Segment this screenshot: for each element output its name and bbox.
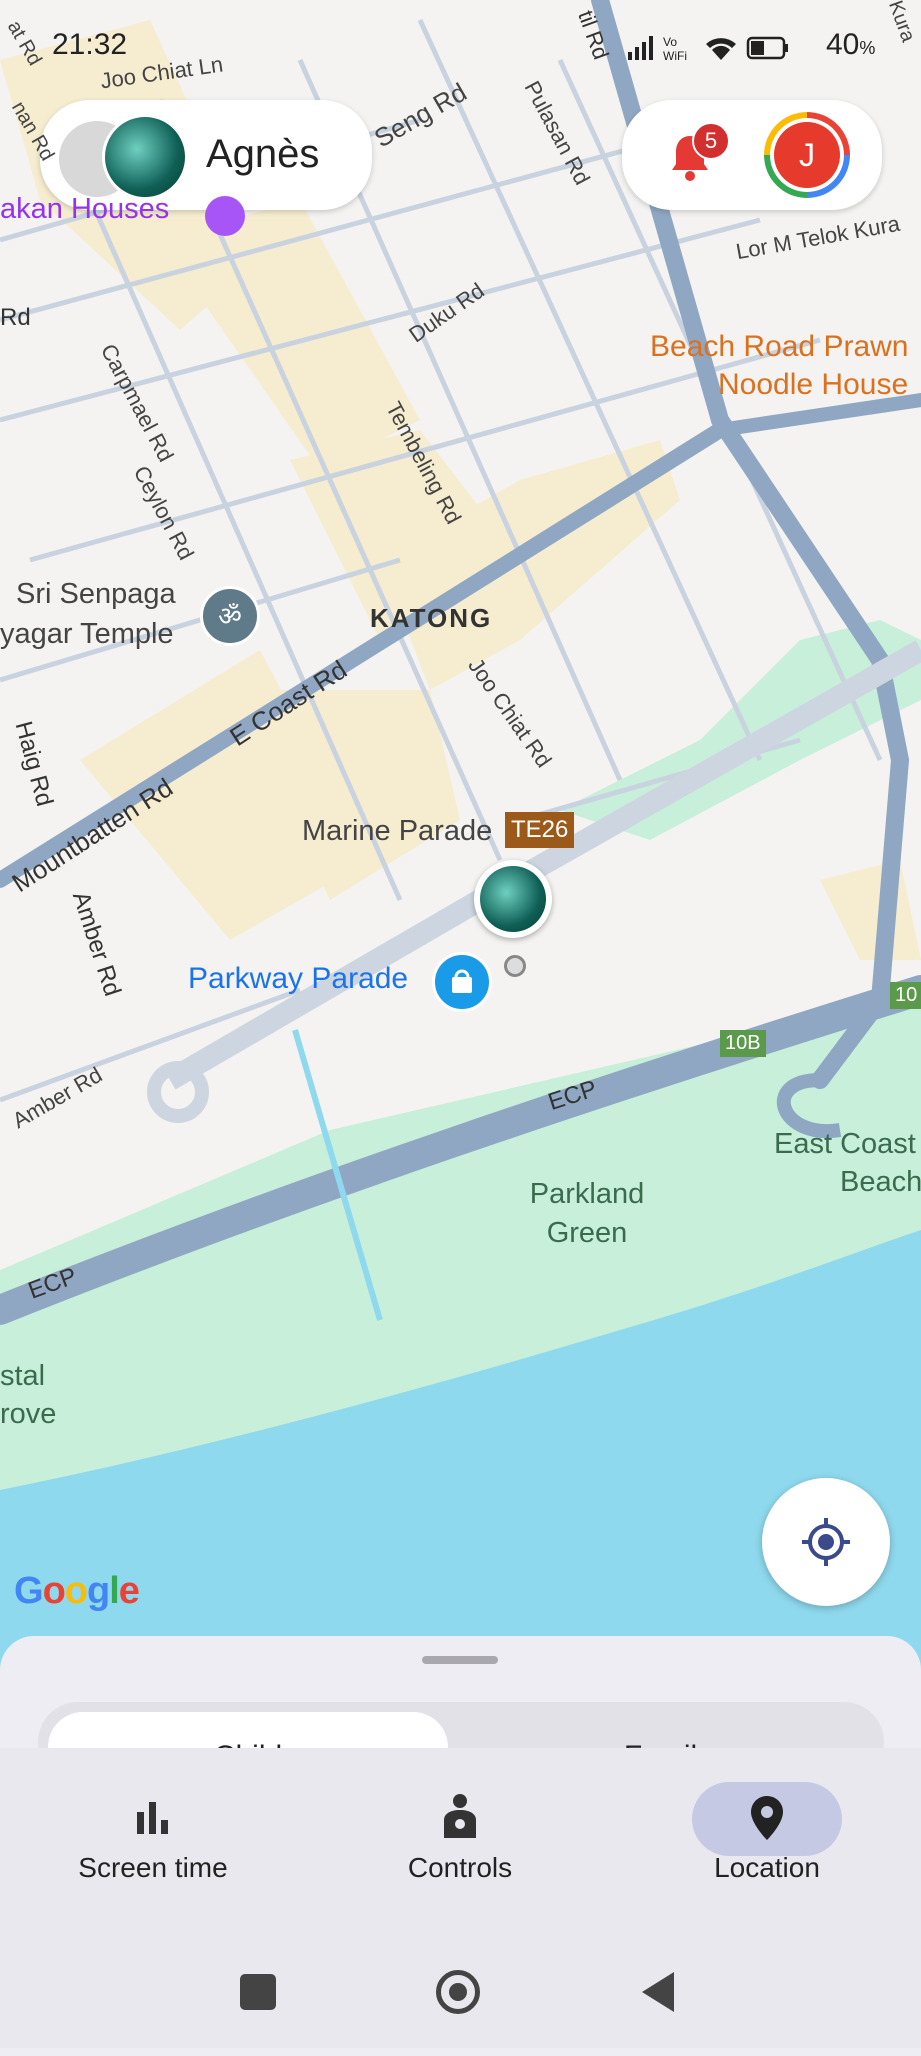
my-location-icon <box>802 1518 850 1566</box>
bottom-navigation: Screen time Controls Location <box>0 1748 921 2048</box>
header-actions: 5 J <box>622 100 882 210</box>
location-pin-icon <box>751 1796 783 1840</box>
child-name: Agnès <box>206 132 320 176</box>
poi-parkland-line2: Green <box>546 1217 628 1249</box>
account-button[interactable]: J <box>764 112 850 198</box>
road-rd-left: Rd <box>0 304 31 331</box>
nav-controls[interactable]: Controls <box>360 1778 560 1898</box>
person-controls-icon <box>444 1794 476 1838</box>
battery-level: 40 <box>826 28 860 61</box>
child-avatar <box>102 114 188 200</box>
google-logo: Google <box>14 1570 140 1612</box>
poi-parkway-parade[interactable]: Parkway Parade <box>188 962 408 996</box>
recents-square-icon[interactable] <box>240 1974 276 2010</box>
vowifi-icon: Vo <box>663 35 677 49</box>
accuracy-dot <box>504 955 526 977</box>
drag-handle[interactable] <box>422 1656 498 1664</box>
nav-screen-time[interactable]: Screen time <box>53 1778 253 1898</box>
poi-parkland[interactable]: Parkland <box>522 1178 652 1211</box>
nav-location[interactable]: Location <box>667 1778 867 1898</box>
poi-marine-parade[interactable]: Marine Parade <box>302 815 492 848</box>
signal-icon <box>628 36 653 60</box>
status-icons: Vo WiFi <box>588 30 838 66</box>
home-circle-icon[interactable] <box>436 1970 480 2014</box>
notifications-button[interactable]: 5 <box>662 122 730 186</box>
area-label-katong: KATONG <box>370 603 493 633</box>
child-location-marker[interactable] <box>474 860 552 938</box>
mrt-code-badge: TE26 <box>505 812 575 848</box>
nav-label-controls: Controls <box>407 1852 513 1883</box>
poi-beach-road-line2: Noodle House <box>718 368 909 401</box>
svg-text:WiFi: WiFi <box>663 49 687 63</box>
marker-avatar <box>480 866 546 932</box>
poi-beach-road[interactable]: Beach Road Prawn <box>650 330 909 364</box>
account-avatar: J <box>774 122 840 188</box>
status-time: 21:32 <box>52 28 128 61</box>
back-triangle-icon[interactable] <box>640 1970 676 2014</box>
poi-east-coast[interactable]: East Coast <box>774 1128 916 1161</box>
exit-10b-badge: 10B <box>720 1030 766 1057</box>
wifi-icon <box>706 38 736 60</box>
recenter-button[interactable] <box>762 1478 890 1606</box>
battery-unit: % <box>859 38 876 58</box>
exit-10-badge: 10 <box>890 982 921 1009</box>
poi-hawker[interactable]: akan Houses <box>0 193 169 226</box>
poi-sri-senpaga-line2: yagar Temple <box>0 618 174 650</box>
bar-chart-icon <box>137 1802 168 1834</box>
nav-label-screen-time: Screen time <box>78 1852 228 1883</box>
poi-coastal-line2: rove <box>0 1398 57 1430</box>
temple-icon[interactable]: ॐ <box>200 586 260 646</box>
poi-sri-senpaga[interactable]: Sri Senpaga <box>16 578 176 611</box>
shopping-bag-icon[interactable] <box>432 952 492 1012</box>
hawker-pin-icon[interactable] <box>205 196 245 236</box>
poi-coastal: stal <box>0 1360 46 1392</box>
poi-east-coast-line2: Beach <box>840 1166 921 1198</box>
notification-badge: 5 <box>692 122 730 160</box>
nav-label-location: Location <box>714 1852 820 1883</box>
